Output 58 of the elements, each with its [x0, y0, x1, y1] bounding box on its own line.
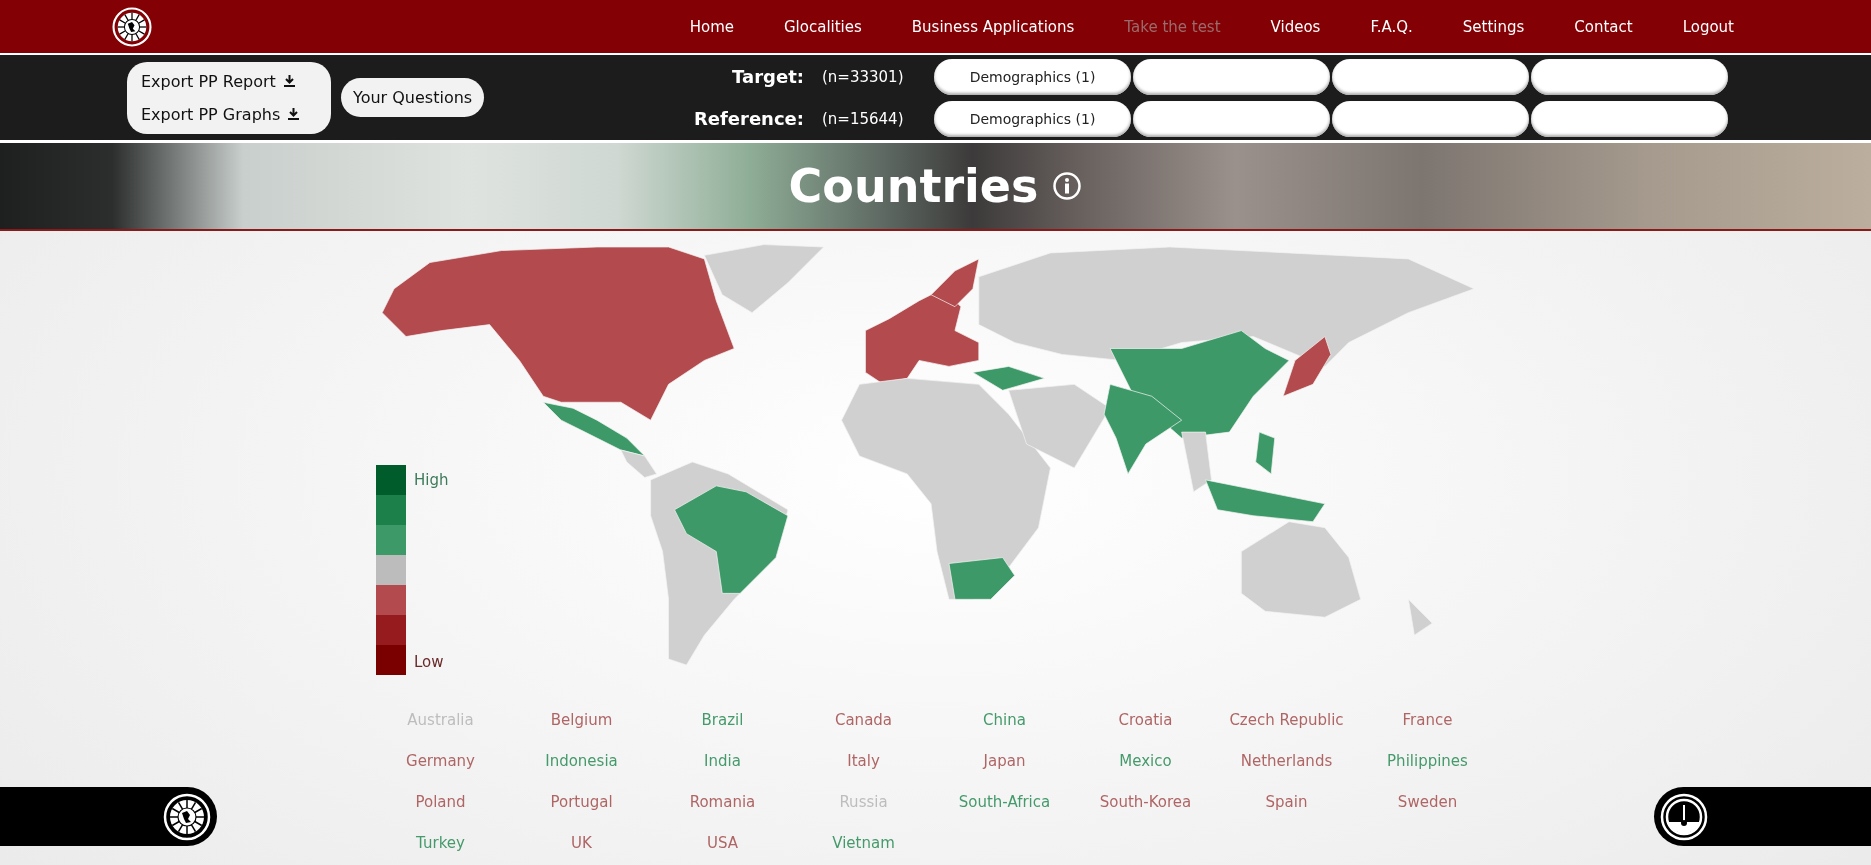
filter-pill[interactable]: Demographics (1)	[934, 58, 1131, 95]
nav-link[interactable]: Glocalities	[758, 17, 887, 36]
info-icon[interactable]	[1052, 171, 1083, 201]
sample-count: (n=33301)	[821, 67, 905, 86]
country-link[interactable]: Czech Republic	[1216, 699, 1357, 740]
country-link[interactable]: Sweden	[1357, 781, 1498, 822]
country-link[interactable]: South-Korea	[1075, 781, 1216, 822]
country-link[interactable]: China	[934, 699, 1075, 740]
country-link[interactable]: Poland	[370, 781, 511, 822]
country-link[interactable]: USA	[652, 822, 793, 863]
country-link[interactable]: UK	[511, 822, 652, 863]
empty-filter-pill[interactable]	[1531, 58, 1728, 95]
country-link[interactable]: Canada	[793, 699, 934, 740]
nav-link[interactable]: Home	[664, 17, 759, 36]
download-icon	[287, 107, 301, 121]
legend-low-label: Low	[414, 653, 445, 671]
country-link[interactable]: Netherlands	[1216, 740, 1357, 781]
your-questions-button[interactable]: Your Questions	[341, 78, 485, 117]
country-link[interactable]: Indonesia	[511, 740, 652, 781]
page-title: Countries	[788, 159, 1039, 213]
nav-link[interactable]: Videos	[1245, 17, 1346, 36]
export-button[interactable]: Export PP Graphs	[141, 100, 317, 128]
country-link[interactable]: Brazil	[652, 699, 793, 740]
nav-link[interactable]: Logout	[1657, 17, 1759, 36]
empty-filter-pill[interactable]	[1332, 58, 1529, 95]
nav-link[interactable]: Business Applications	[886, 17, 1100, 36]
country-link[interactable]: France	[1357, 699, 1498, 740]
country-link[interactable]: Romania	[652, 781, 793, 822]
filter-pill[interactable]: Demographics (1)	[934, 100, 1131, 137]
country-link[interactable]: Croatia	[1075, 699, 1216, 740]
country-link[interactable]: Philippines	[1357, 740, 1498, 781]
country-link[interactable]: Turkey	[370, 822, 511, 863]
country-link[interactable]: Portugal	[511, 781, 652, 822]
country-link[interactable]: South-Africa	[934, 781, 1075, 822]
legend-high-label: High	[414, 471, 449, 489]
empty-filter-pill[interactable]	[1133, 58, 1330, 95]
nav-link[interactable]: Settings	[1437, 17, 1550, 36]
nav-link[interactable]: Contact	[1549, 17, 1658, 36]
group-label: Reference:	[692, 108, 804, 129]
globe-wheel-icon[interactable]	[162, 791, 212, 842]
country-link[interactable]: Spain	[1216, 781, 1357, 822]
download-icon	[282, 74, 296, 88]
country-link[interactable]: Germany	[370, 740, 511, 781]
nav-link[interactable]: F.A.Q.	[1345, 17, 1438, 36]
empty-filter-pill[interactable]	[1332, 100, 1529, 137]
sample-count: (n=15644)	[821, 109, 905, 128]
country-link[interactable]: Mexico	[1075, 740, 1216, 781]
globe-wheel-logo[interactable]	[111, 5, 153, 48]
country-link[interactable]: Japan	[934, 740, 1075, 781]
empty-filter-pill[interactable]	[1531, 100, 1728, 137]
export-button[interactable]: Export PP Report	[141, 67, 317, 95]
country-link[interactable]: Belgium	[511, 699, 652, 740]
group-label: Target:	[731, 66, 804, 87]
country-link[interactable]: Vietnam	[793, 822, 934, 863]
country-link[interactable]: Italy	[793, 740, 934, 781]
empty-filter-pill[interactable]	[1133, 100, 1330, 137]
gauge-icon[interactable]	[1659, 791, 1709, 842]
country-link[interactable]: India	[652, 740, 793, 781]
